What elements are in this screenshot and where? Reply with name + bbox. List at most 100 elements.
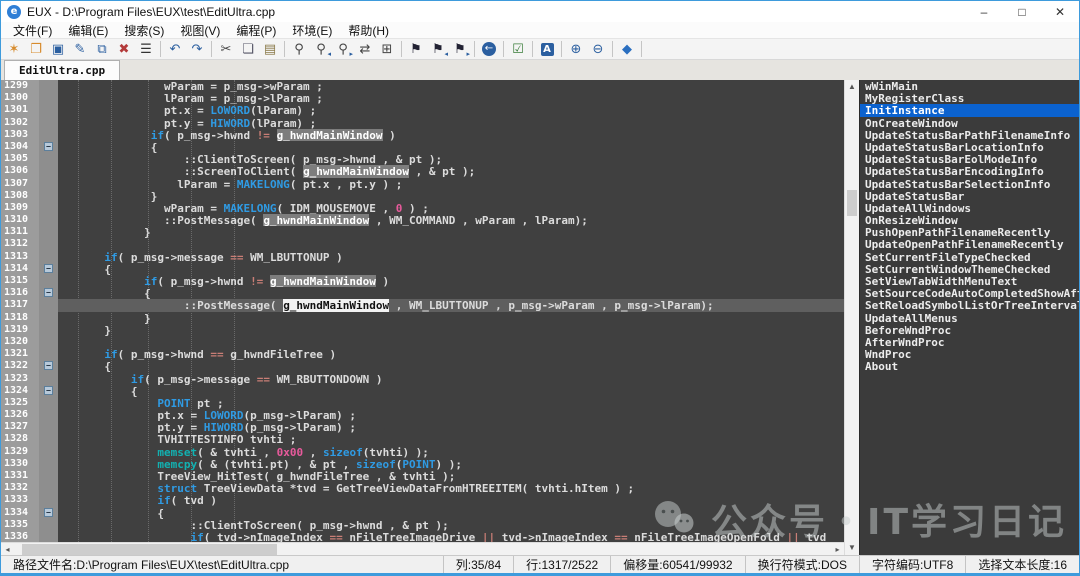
code-line[interactable]: 1300 lParam = p_msg->lParam ; — [1, 92, 844, 104]
save-all-button[interactable]: ⧉ — [91, 39, 113, 59]
vertical-scrollbar[interactable]: ▲ ▼ — [844, 80, 859, 555]
code-line[interactable]: 1330 memcpy( & (tvhti.pt) , & pt , sizeo… — [1, 458, 844, 470]
symbol-item[interactable]: SetCurrentFileTypeChecked — [860, 251, 1079, 263]
code-line[interactable]: 1313 if( p_msg->message == WM_LBUTTONUP … — [1, 251, 844, 263]
save-as-button[interactable]: ✎ — [69, 39, 91, 59]
fold-margin[interactable]: − — [39, 141, 58, 153]
bookmark-button[interactable]: ⚑ — [405, 39, 427, 59]
find-button[interactable]: ⚲ — [288, 39, 310, 59]
scroll-up-icon[interactable]: ▲ — [845, 80, 859, 94]
code-line[interactable]: 1315 if( p_msg->hwnd != g_hwndMainWindow… — [1, 275, 844, 287]
fold-margin[interactable]: − — [39, 287, 58, 299]
tab-editultra-cpp[interactable]: EditUltra.cpp — [4, 60, 120, 80]
find-prev-button[interactable]: ⚲◂ — [310, 39, 332, 59]
code-editor[interactable]: 1299 wParam = p_msg->wParam ;1300 lParam… — [1, 80, 844, 542]
find-next-button[interactable]: ⚲▸ — [332, 39, 354, 59]
code-line[interactable]: 1324− { — [1, 385, 844, 397]
code-line[interactable]: 1327 pt.y = HIWORD(p_msg->lParam) ; — [1, 421, 844, 433]
redo-button[interactable]: ↷ — [186, 39, 208, 59]
code-line[interactable]: 1331 TreeView_HitTest( g_hwndFileTree , … — [1, 470, 844, 482]
code-line[interactable]: 1335 ::ClientToScreen( p_msg->hwnd , & p… — [1, 519, 844, 531]
symbol-item[interactable]: wWinMain — [860, 80, 1079, 92]
replace-button[interactable]: ⇄ — [354, 39, 376, 59]
code-line[interactable]: 1306 ::ScreenToClient( g_hwndMainWindow … — [1, 165, 844, 177]
symbol-item[interactable]: UpdateAllWindows — [860, 202, 1079, 214]
symbol-item[interactable]: SetViewTabWidthMenuText — [860, 275, 1079, 287]
fold-collapse-icon[interactable]: − — [44, 288, 53, 297]
cut-button[interactable]: ✂ — [215, 39, 237, 59]
symbol-item[interactable]: About — [860, 360, 1079, 372]
open-file-button[interactable]: ❐ — [25, 39, 47, 59]
code-line[interactable]: 1309 wParam = MAKELONG( IDM_MOUSEMOVE , … — [1, 202, 844, 214]
code-line[interactable]: 1307 lParam = MAKELONG( pt.x , pt.y ) ; — [1, 178, 844, 190]
fold-collapse-icon[interactable]: − — [44, 386, 53, 395]
copy-button[interactable]: ❏ — [237, 39, 259, 59]
fold-collapse-icon[interactable]: − — [44, 508, 53, 517]
code-line[interactable]: 1305 ::ClientToScreen( p_msg->hwnd , & p… — [1, 153, 844, 165]
code-line[interactable]: 1314− { — [1, 263, 844, 275]
symbol-item[interactable]: UpdateStatusBarEolModeInfo — [860, 153, 1079, 165]
symbol-item[interactable]: OnCreateWindow — [860, 117, 1079, 129]
symbol-item[interactable]: UpdateStatusBar — [860, 190, 1079, 202]
word-highlight-button[interactable]: A — [536, 39, 558, 59]
scroll-down-icon[interactable]: ▼ — [845, 541, 859, 555]
scroll-right-icon[interactable]: ▸ — [831, 545, 844, 554]
fold-collapse-icon[interactable]: − — [44, 142, 53, 151]
symbol-item[interactable]: MyRegisterClass — [860, 92, 1079, 104]
menu-item[interactable]: 编辑(E) — [60, 22, 116, 39]
symbol-item[interactable]: PushOpenPathFilenameRecently — [860, 226, 1079, 238]
code-line[interactable]: 1310 ::PostMessage( g_hwndMainWindow , W… — [1, 214, 844, 226]
fold-margin[interactable]: − — [39, 507, 58, 519]
code-line[interactable]: 1312 — [1, 238, 844, 250]
code-line[interactable]: 1317 ::PostMessage( g_hwndMainWindow , W… — [1, 299, 844, 311]
horizontal-scrollbar[interactable]: ◂ ▸ — [1, 542, 844, 555]
fold-margin[interactable]: − — [39, 385, 58, 397]
code-line[interactable]: 1325 POINT pt ; — [1, 397, 844, 409]
code-line[interactable]: 1322− { — [1, 360, 844, 372]
code-line[interactable]: 1323 if( p_msg->message == WM_RBUTTONDOW… — [1, 373, 844, 385]
navigate-back-button[interactable]: ← — [478, 39, 500, 59]
code-line[interactable]: 1321 if( p_msg->hwnd == g_hwndFileTree ) — [1, 348, 844, 360]
code-line[interactable]: 1334− { — [1, 507, 844, 519]
code-line[interactable]: 1308 } — [1, 190, 844, 202]
fold-collapse-icon[interactable]: − — [44, 361, 53, 370]
save-file-button[interactable]: ▣ — [47, 39, 69, 59]
code-line[interactable]: 1311 } — [1, 226, 844, 238]
symbol-item[interactable]: InitInstance — [860, 104, 1079, 116]
code-line[interactable]: 1302 pt.y = HIWORD(lParam) ; — [1, 117, 844, 129]
symbol-item[interactable]: OnResizeWindow — [860, 214, 1079, 226]
undo-button[interactable]: ↶ — [164, 39, 186, 59]
code-line[interactable]: 1304− { — [1, 141, 844, 153]
maximize-button[interactable]: □ — [1003, 1, 1041, 22]
code-line[interactable]: 1336 if( tvd->nImageIndex == nFileTreeIm… — [1, 531, 844, 542]
vertical-scroll-thumb[interactable] — [847, 190, 857, 216]
menu-item[interactable]: 编程(P) — [228, 22, 284, 39]
code-line[interactable]: 1328 TVHITTESTINFO tvhti ; — [1, 433, 844, 445]
fold-margin[interactable]: − — [39, 360, 58, 372]
symbol-item[interactable]: UpdateOpenPathFilenameRecently — [860, 238, 1079, 250]
fold-collapse-icon[interactable]: − — [44, 264, 53, 273]
todo-list-button[interactable]: ☑ — [507, 39, 529, 59]
symbol-item[interactable]: SetSourceCodeAutoCompletedShowAfter — [860, 287, 1079, 299]
symbol-item[interactable]: UpdateStatusBarSelectionInfo — [860, 178, 1079, 190]
next-bookmark-button[interactable]: ⚑▸ — [449, 39, 471, 59]
code-line[interactable]: 1316− { — [1, 287, 844, 299]
menu-item[interactable]: 搜索(S) — [116, 22, 172, 39]
symbol-item[interactable]: BeforeWndProc — [860, 324, 1079, 336]
menu-item[interactable]: 视图(V) — [172, 22, 228, 39]
symbol-item[interactable]: SetReloadSymbolListOrTreeIntervalMen — [860, 299, 1079, 311]
minimize-button[interactable]: – — [965, 1, 1003, 22]
code-line[interactable]: 1301 pt.x = LOWORD(lParam) ; — [1, 104, 844, 116]
zoom-in-button[interactable]: ⊕ — [565, 39, 587, 59]
symbol-item[interactable]: UpdateStatusBarPathFilenameInfo — [860, 129, 1079, 141]
file-list-button[interactable]: ☰ — [135, 39, 157, 59]
replace-in-files-button[interactable]: ⊞ — [376, 39, 398, 59]
code-line[interactable]: 1329 memset( & tvhti , 0x00 , sizeof(tvh… — [1, 446, 844, 458]
fold-margin[interactable]: − — [39, 263, 58, 275]
code-line[interactable]: 1333 if( tvd ) — [1, 494, 844, 506]
symbol-item[interactable]: SetCurrentWindowThemeChecked — [860, 263, 1079, 275]
code-line[interactable]: 1303 if( p_msg->hwnd != g_hwndMainWindow… — [1, 129, 844, 141]
prev-bookmark-button[interactable]: ⚑◂ — [427, 39, 449, 59]
scroll-left-icon[interactable]: ◂ — [1, 545, 14, 554]
symbol-item[interactable]: WndProc — [860, 348, 1079, 360]
